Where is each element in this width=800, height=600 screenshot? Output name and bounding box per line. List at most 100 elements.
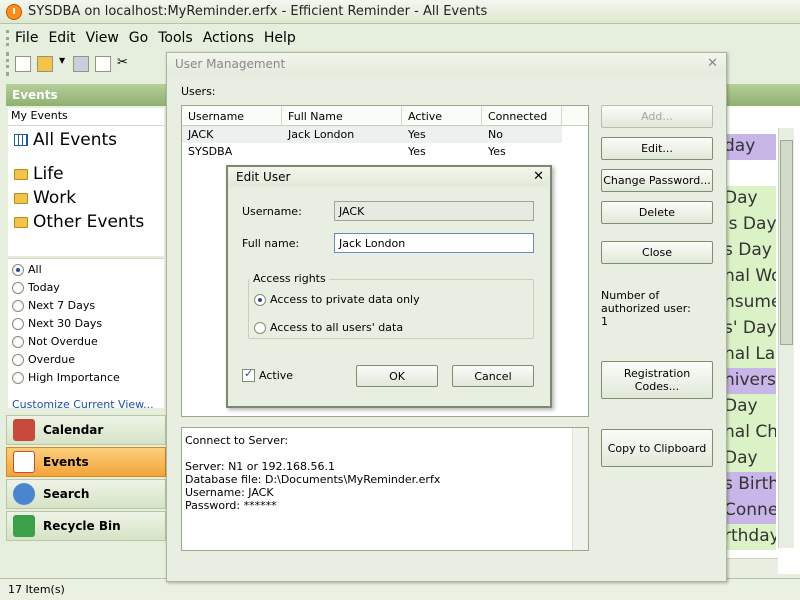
user-management-dialog: User Management ✕ Users: Username Full N… (166, 52, 727, 582)
list-item[interactable]: 's Day (724, 212, 776, 238)
tree-item-work[interactable]: Work (14, 188, 76, 208)
my-events-label: My Events (8, 108, 164, 126)
tree-item-life[interactable]: Life (14, 164, 64, 184)
access-private-option[interactable]: Access to private data only (254, 293, 420, 306)
menu-help[interactable]: Help (264, 30, 296, 46)
active-checkbox-row[interactable]: Active (242, 367, 293, 382)
nav-label: Recycle Bin (43, 519, 121, 533)
list-item[interactable]: nal Ch (724, 420, 776, 446)
filter-overdue[interactable]: Overdue (12, 353, 75, 366)
cell-full-name: Jack London (288, 128, 355, 141)
events-tree: All Events Life Work Other Events (8, 126, 164, 256)
filter-all[interactable]: All (12, 263, 42, 276)
nav-events[interactable]: Events (6, 447, 166, 477)
list-item[interactable]: Day (724, 394, 776, 420)
customize-view-link[interactable]: Customize Current View... (12, 398, 154, 408)
list-item[interactable]: s' Day (724, 316, 776, 342)
delete-user-button[interactable]: Delete (601, 201, 713, 224)
cell-username: JACK (188, 128, 214, 141)
list-item[interactable]: rthday (724, 524, 776, 550)
events-pane-header: Events (6, 84, 166, 106)
list-item[interactable]: nsume (724, 290, 776, 316)
close-icon[interactable]: ✕ (707, 56, 718, 71)
radio-button[interactable] (254, 293, 266, 306)
radio-button[interactable] (12, 353, 24, 366)
nav-search[interactable]: Search (6, 479, 166, 509)
filter-label: Today (28, 281, 60, 294)
menu-actions[interactable]: Actions (203, 30, 254, 46)
tree-label: Other Events (33, 212, 145, 232)
list-item[interactable]: Day (724, 446, 776, 472)
list-item[interactable]: nal Lab (724, 342, 776, 368)
radio-button[interactable] (12, 281, 24, 294)
copy-to-clipboard-button[interactable]: Copy to Clipboard (601, 429, 713, 467)
open-folder-icon[interactable] (37, 56, 53, 72)
close-button[interactable]: Close (601, 241, 713, 264)
connect-info-box[interactable]: Connect to Server: Server: N1 or 192.168… (181, 427, 589, 551)
nav-recycle-bin[interactable]: Recycle Bin (6, 511, 166, 541)
window-title: SYSDBA on localhost:MyReminder.erfx - Ef… (28, 4, 488, 19)
edit-user-button[interactable]: Edit... (601, 137, 713, 160)
radio-button[interactable] (12, 299, 24, 312)
preview-icon[interactable] (95, 56, 111, 72)
filter-today[interactable]: Today (12, 281, 60, 294)
radio-button[interactable] (12, 371, 24, 384)
menu-go[interactable]: Go (129, 30, 148, 46)
filter-next-30-days[interactable]: Next 30 Days (12, 317, 102, 330)
cell-active: Yes (408, 145, 426, 158)
add-user-button[interactable]: Add... (601, 105, 713, 128)
close-icon[interactable]: ✕ (533, 169, 544, 184)
menu-edit[interactable]: Edit (48, 30, 75, 46)
active-checkbox[interactable] (242, 367, 255, 382)
radio-button[interactable] (12, 317, 24, 330)
print-icon[interactable] (73, 56, 89, 72)
column-header[interactable]: Active (402, 106, 482, 126)
column-header[interactable]: Full Name (282, 106, 402, 126)
folder-icon (14, 192, 28, 204)
menu-view[interactable]: View (86, 30, 119, 46)
radio-button[interactable] (12, 335, 24, 348)
registration-codes-button[interactable]: Registration Codes... (601, 361, 713, 399)
menu-tools[interactable]: Tools (158, 30, 193, 46)
radio-button[interactable] (254, 321, 266, 334)
column-header[interactable]: Connected (482, 106, 562, 126)
access-all-option[interactable]: Access to all users' data (254, 321, 403, 334)
scrollbar-thumb[interactable] (780, 140, 793, 345)
list-item[interactable]: Day (724, 186, 776, 212)
vertical-scrollbar[interactable] (572, 428, 588, 550)
calendar-icon (13, 419, 35, 441)
vertical-scrollbar[interactable] (778, 128, 794, 548)
cut-icon[interactable]: ✂ (117, 56, 133, 72)
list-item[interactable]: nal Wo (724, 264, 776, 290)
column-header[interactable]: Username (182, 106, 282, 126)
menu-file[interactable]: File (6, 30, 38, 46)
list-item[interactable]: niversa (724, 368, 776, 394)
ok-button[interactable]: OK (356, 365, 438, 387)
filter-label: All (28, 263, 42, 276)
tree-label: Life (33, 164, 64, 184)
filter-high-importance[interactable]: High Importance (12, 371, 120, 384)
list-item[interactable]: s Birth (724, 472, 776, 498)
change-password-button[interactable]: Change Password... (601, 169, 713, 192)
nav-calendar[interactable]: Calendar (6, 415, 166, 445)
dialog-title: User Management (167, 53, 726, 75)
dropdown-arrow-icon[interactable]: ▼ (59, 56, 67, 72)
list-item[interactable]: day (724, 134, 776, 160)
table-row[interactable]: JACK Jack London Yes No (182, 126, 562, 143)
connect-line: Database file: D:\Documents\MyReminder.e… (185, 473, 441, 486)
tree-item-all-events[interactable]: All Events (14, 130, 117, 150)
menu-bar: File Edit View Go Tools Actions Help (0, 26, 800, 50)
new-icon[interactable] (15, 56, 31, 72)
list-item[interactable]: s Day (724, 238, 776, 264)
cancel-button[interactable]: Cancel (452, 365, 534, 387)
list-item[interactable]: Connel (724, 498, 776, 524)
table-row[interactable]: SYSDBA Yes Yes (182, 143, 562, 160)
tree-item-other-events[interactable]: Other Events (14, 212, 144, 232)
filter-next-7-days[interactable]: Next 7 Days (12, 299, 95, 312)
events-icon (13, 451, 35, 473)
radio-button[interactable] (12, 263, 24, 276)
filter-not-overdue[interactable]: Not Overdue (12, 335, 98, 348)
nav-label: Calendar (43, 423, 104, 437)
filter-label: Overdue (28, 353, 75, 366)
full-name-field[interactable]: Jack London (334, 233, 534, 253)
